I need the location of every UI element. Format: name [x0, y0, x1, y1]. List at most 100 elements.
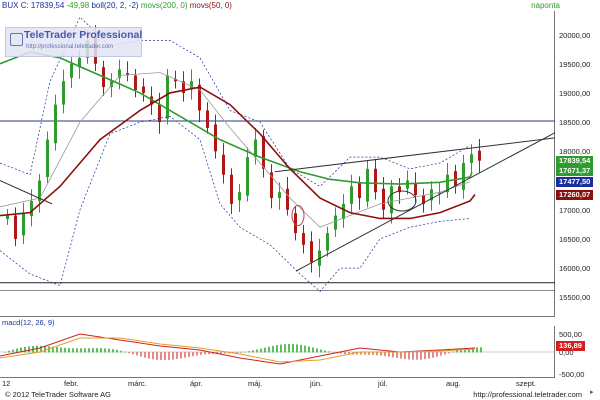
- macd-histogram-bar: [276, 345, 278, 353]
- macd-histogram-bar: [268, 346, 270, 353]
- macd-histogram-bar: [280, 344, 282, 353]
- macd-histogram-bar: [60, 347, 62, 353]
- candle-body: [358, 182, 361, 199]
- macd-histogram-bar: [456, 350, 458, 353]
- macd-histogram-bar: [392, 352, 394, 358]
- time-axis: 12 febr. márc. ápr. máj. jún. júl. aug. szept.: [0, 379, 555, 389]
- candle-body: [22, 212, 25, 236]
- macd-histogram-bar: [312, 347, 314, 353]
- macd-histogram-bar: [92, 348, 94, 353]
- macd-histogram-bar: [172, 352, 174, 360]
- candle-body: [286, 188, 289, 210]
- bollinger-legend[interactable]: boll(20, 2, -2): [91, 1, 138, 10]
- macd-histogram-bar: [80, 348, 82, 353]
- candle-body: [262, 136, 265, 169]
- time-tick-label: máj.: [248, 379, 263, 388]
- period-label[interactable]: napontа: [531, 0, 560, 11]
- price-tick-label: 18500,00: [559, 118, 591, 128]
- candle-body: [222, 154, 225, 175]
- ma200-legend[interactable]: movs(200, 0): [141, 1, 188, 10]
- symbol-label[interactable]: BUX: [2, 1, 18, 10]
- time-tick-label: szept.: [516, 379, 537, 388]
- macd-histogram-bar: [168, 352, 170, 360]
- macd-plot[interactable]: [0, 326, 555, 378]
- macd-histogram-bar: [452, 351, 454, 353]
- chart-window: BUX C: 17839,54 -49,98 boll(20, 2, -2) m…: [0, 0, 600, 400]
- macd-histogram-bar: [428, 352, 430, 359]
- macd-histogram-bar: [380, 352, 382, 356]
- macd-histogram-bar: [236, 352, 238, 354]
- candle-body: [246, 157, 249, 196]
- macd-histogram-bar: [180, 352, 182, 359]
- macd-histogram-bar: [432, 352, 434, 358]
- candle-body: [54, 104, 57, 144]
- copyright-text: © 2012 TeleTrader Software AG: [5, 390, 111, 399]
- macd-histogram-bar: [28, 346, 30, 353]
- macd-histogram-bar: [476, 347, 478, 353]
- macd-histogram-bar: [420, 352, 422, 360]
- macd-histogram-bar: [304, 345, 306, 353]
- price-tick-label: 16000,00: [559, 264, 591, 274]
- candle-body: [158, 104, 161, 123]
- price-tick-label: 20000,00: [559, 30, 591, 40]
- macd-histogram-bar: [56, 347, 58, 353]
- ma50-line: [0, 86, 476, 220]
- time-tick-label: 12: [2, 379, 11, 388]
- macd-histogram-bar: [188, 352, 190, 357]
- macd-histogram-bar: [328, 351, 330, 353]
- macd-histogram-bar: [84, 348, 86, 353]
- teletrader-logo: TeleTrader Professional http://professio…: [5, 27, 142, 57]
- macd-histogram-bar: [128, 352, 130, 354]
- macd-histogram-bar: [288, 344, 290, 353]
- macd-histogram-bar: [396, 352, 398, 358]
- macd-histogram-bar: [440, 352, 442, 356]
- time-tick-label: márc.: [128, 379, 147, 388]
- time-tick-label: aug.: [446, 379, 461, 388]
- candle-body: [230, 174, 233, 204]
- price-plot[interactable]: TeleTrader Professional http://professio…: [0, 11, 556, 317]
- macd-histogram-bar: [204, 352, 206, 355]
- time-tick-label: jún.: [310, 379, 323, 388]
- macd-histogram-bar: [200, 352, 202, 355]
- macd-histogram-bar: [272, 345, 274, 353]
- macd-histogram-bar: [292, 344, 294, 353]
- macd-histogram-bar: [404, 352, 406, 360]
- signal-line: [0, 337, 476, 363]
- candle-body: [406, 180, 409, 189]
- left-trendline: [0, 180, 53, 205]
- price-tag: 17839,54: [556, 155, 594, 166]
- macd-histogram-bar: [120, 350, 122, 353]
- macd-histogram-bar: [284, 344, 286, 353]
- macd-histogram-bar: [244, 351, 246, 353]
- macd-histogram-bar: [140, 352, 142, 357]
- macd-histogram-bar: [144, 352, 146, 358]
- ma50-legend[interactable]: movs(50, 0): [190, 1, 232, 10]
- macd-histogram-bar: [324, 350, 326, 353]
- change-value: -49,98: [66, 1, 90, 10]
- macd-histogram-bar: [444, 352, 446, 355]
- candle-body: [366, 168, 369, 202]
- macd-histogram-bar: [332, 352, 334, 353]
- macd-histogram-bar: [164, 352, 166, 361]
- macd-histogram-bar: [108, 348, 110, 353]
- candle-body: [390, 186, 393, 214]
- price-tick-label: 16500,00: [559, 234, 591, 244]
- candle-body: [238, 192, 241, 201]
- price-tick-label: 17000,00: [559, 205, 591, 215]
- candle-body: [462, 163, 465, 190]
- footer: © 2012 TeleTrader Software AG http://pro…: [0, 390, 600, 400]
- candle-body: [302, 233, 305, 245]
- indicator-legend: BUX C: 17839,54 -49,98 boll(20, 2, -2) m…: [2, 0, 232, 11]
- candle-body: [342, 203, 345, 220]
- footer-url[interactable]: http://professional.teletrader.com: [473, 390, 582, 399]
- time-tick-label: ápr.: [190, 379, 203, 388]
- price-axis: 20000,00 19500,00 19000,00 18500,00 18000,00…: [556, 11, 600, 317]
- scroll-arrow-icon[interactable]: ▸: [590, 388, 598, 397]
- macd-histogram-bar: [248, 351, 250, 353]
- macd-histogram-bar: [64, 347, 66, 353]
- candle-body: [14, 215, 17, 239]
- macd-histogram-bar: [88, 348, 90, 353]
- macd-histogram-bar: [256, 349, 258, 353]
- candle-body: [198, 84, 201, 111]
- macd-histogram-bar: [96, 348, 98, 353]
